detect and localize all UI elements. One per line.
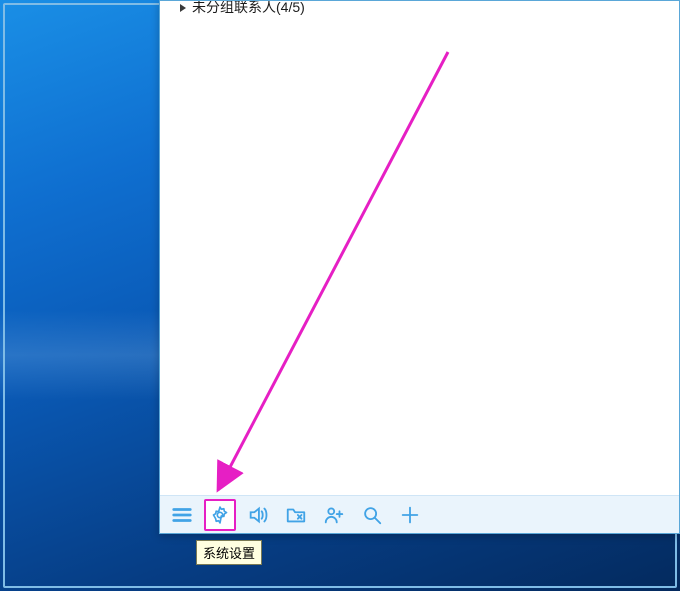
add-user-icon [323, 504, 345, 526]
menu-button[interactable] [166, 499, 198, 531]
contact-group-label: 未分组联系人(4/5) [192, 1, 305, 17]
plus-icon [399, 504, 421, 526]
folder-icon [285, 504, 307, 526]
settings-button[interactable] [204, 499, 236, 531]
add-button[interactable] [394, 499, 426, 531]
sound-icon [247, 504, 269, 526]
add-user-button[interactable] [318, 499, 350, 531]
contact-group-row[interactable]: 未分组联系人(4/5) [178, 1, 305, 17]
bottom-toolbar [160, 495, 679, 533]
panel-body: 未分组联系人(4/5) [160, 1, 679, 495]
menu-icon [171, 504, 193, 526]
folder-button[interactable] [280, 499, 312, 531]
expand-triangle-icon[interactable] [178, 1, 188, 16]
sound-button[interactable] [242, 499, 274, 531]
search-icon [361, 504, 383, 526]
desktop-background: 未分组联系人(4/5) [0, 0, 680, 591]
search-button[interactable] [356, 499, 388, 531]
gear-icon [210, 505, 230, 525]
contacts-panel: 未分组联系人(4/5) [159, 0, 680, 534]
settings-tooltip: 系统设置 [196, 540, 262, 565]
